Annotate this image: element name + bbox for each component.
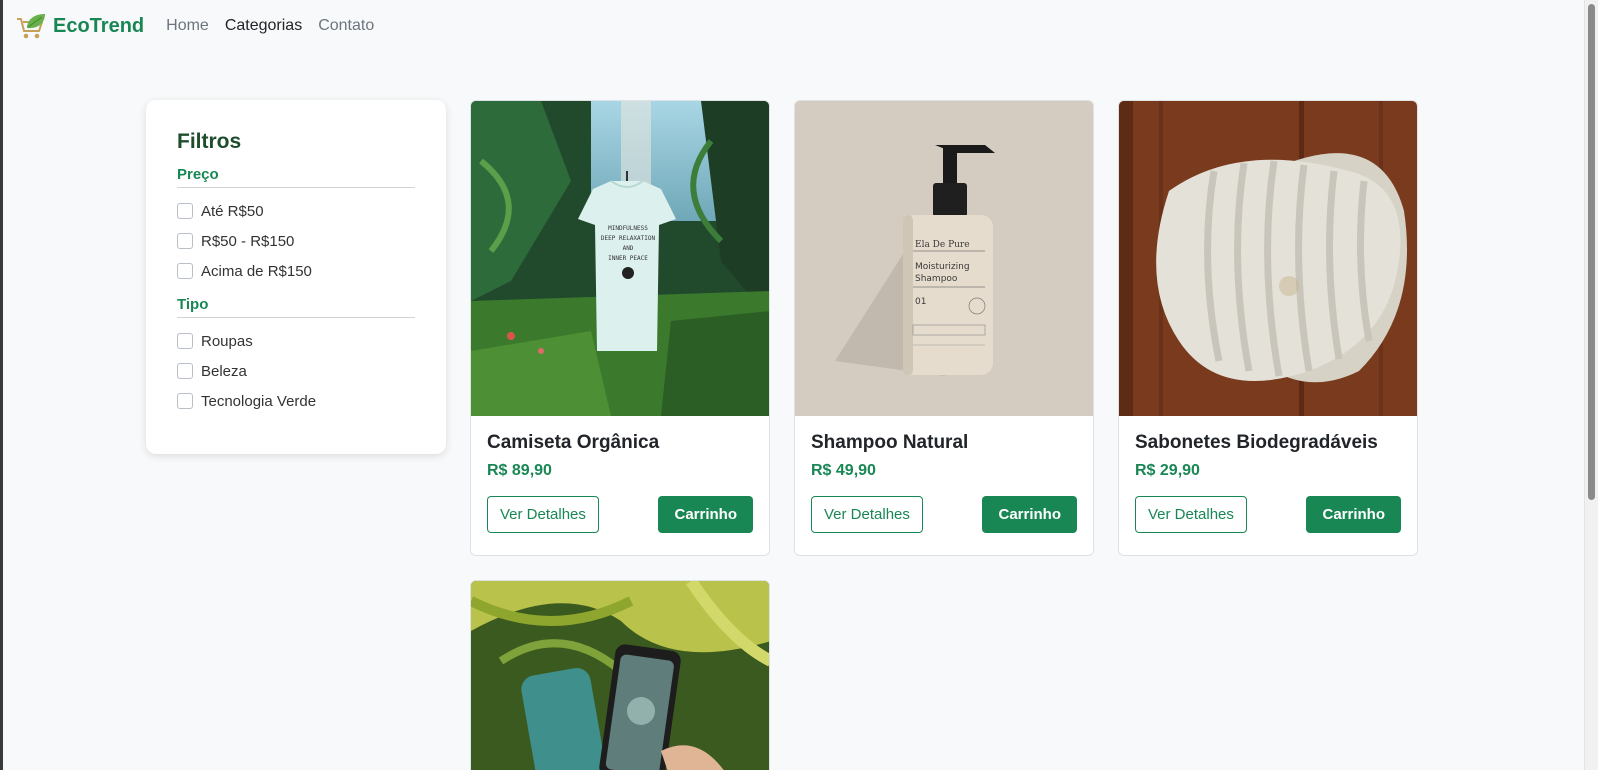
- checkbox[interactable]: [177, 393, 193, 409]
- bottle-line: Moisturizing: [915, 262, 970, 272]
- bottle-number: 01: [915, 297, 927, 307]
- shirt-print-line: AND: [622, 245, 634, 252]
- product-name: Shampoo Natural: [811, 432, 969, 453]
- details-button[interactable]: Ver Detalhes: [1135, 496, 1247, 533]
- filter-option[interactable]: R$50 - R$150: [177, 226, 415, 256]
- filter-option[interactable]: Até R$50: [177, 196, 415, 226]
- filter-option-label: Roupas: [201, 332, 253, 350]
- filter-group-title: Preço: [177, 166, 415, 188]
- page-scrollbar[interactable]: [1584, 0, 1598, 770]
- nav-categorias[interactable]: Categorias: [225, 17, 302, 35]
- shirt-print: MINDFULNESS DEEP RELAXATION AND INNER PE…: [596, 224, 660, 279]
- checkbox[interactable]: [177, 203, 193, 219]
- filter-option-label: Tecnologia Verde: [201, 392, 317, 410]
- filter-group-type: Tipo Roupas Beleza Tecnologia Verde: [177, 296, 415, 416]
- checkbox[interactable]: [177, 233, 193, 249]
- product-name: Camiseta Orgânica: [487, 432, 660, 453]
- product-image-shampoo[interactable]: Ela De Pure Moisturizing Shampoo 01: [795, 101, 1093, 416]
- filter-option[interactable]: Roupas: [177, 326, 415, 356]
- navbar: EcoTrend Home Categorias Contato: [15, 8, 390, 44]
- details-button[interactable]: Ver Detalhes: [487, 496, 599, 533]
- filter-option[interactable]: Acima de R$150: [177, 256, 415, 286]
- bottle-label: Ela De Pure Moisturizing Shampoo 01: [915, 240, 991, 307]
- product-card: Ela De Pure Moisturizing Shampoo 01 Sham…: [794, 100, 1094, 556]
- cart-leaf-icon: [17, 14, 45, 39]
- shirt-print-line: DEEP RELAXATION: [600, 235, 656, 242]
- filter-option-label: R$50 - R$150: [201, 232, 295, 250]
- scrollbar-thumb[interactable]: [1588, 4, 1595, 500]
- bottle-line: Shampoo: [915, 274, 958, 284]
- filter-option[interactable]: Beleza: [177, 356, 415, 386]
- product-image-soap[interactable]: [1119, 101, 1417, 416]
- details-button[interactable]: Ver Detalhes: [811, 496, 923, 533]
- brand[interactable]: EcoTrend: [15, 11, 144, 41]
- shirt-print-line: INNER PEACE: [608, 255, 648, 262]
- filters-panel: Filtros Preço Até R$50 R$50 - R$150 Acim…: [146, 100, 446, 454]
- filter-option-label: Até R$50: [201, 202, 264, 220]
- product-price: R$ 29,90: [1135, 462, 1200, 479]
- filter-group-title: Tipo: [177, 296, 415, 318]
- product-card: Sabonetes Biodegradáveis R$ 29,90 Ver De…: [1118, 100, 1418, 556]
- product-name: Sabonetes Biodegradáveis: [1135, 432, 1378, 453]
- brand-name: EcoTrend: [53, 14, 145, 37]
- shirt-print-line: MINDFULNESS: [608, 225, 648, 232]
- checkbox[interactable]: [177, 363, 193, 379]
- add-to-cart-button[interactable]: Carrinho: [658, 496, 753, 533]
- checkbox[interactable]: [177, 333, 193, 349]
- filters-title: Filtros: [177, 130, 242, 153]
- product-price: R$ 89,90: [487, 462, 552, 479]
- filter-option-label: Beleza: [201, 362, 247, 380]
- add-to-cart-button[interactable]: Carrinho: [1306, 496, 1401, 533]
- nav-home[interactable]: Home: [166, 17, 209, 35]
- product-image-shirt[interactable]: MINDFULNESS DEEP RELAXATION AND INNER PE…: [471, 101, 769, 416]
- product-card: [470, 580, 770, 770]
- nav-contato[interactable]: Contato: [318, 17, 374, 35]
- checkbox[interactable]: [177, 263, 193, 279]
- filter-option[interactable]: Tecnologia Verde: [177, 386, 415, 416]
- product-card: MINDFULNESS DEEP RELAXATION AND INNER PE…: [470, 100, 770, 556]
- shirt-logo-icon: [622, 267, 634, 279]
- filter-group-price: Preço Até R$50 R$50 - R$150 Acima de R$1…: [177, 166, 415, 286]
- product-price: R$ 49,90: [811, 462, 876, 479]
- filter-option-label: Acima de R$150: [201, 262, 312, 280]
- add-to-cart-button[interactable]: Carrinho: [982, 496, 1077, 533]
- bottle-brand: Ela De Pure: [915, 240, 970, 250]
- product-image-tech[interactable]: [471, 581, 769, 770]
